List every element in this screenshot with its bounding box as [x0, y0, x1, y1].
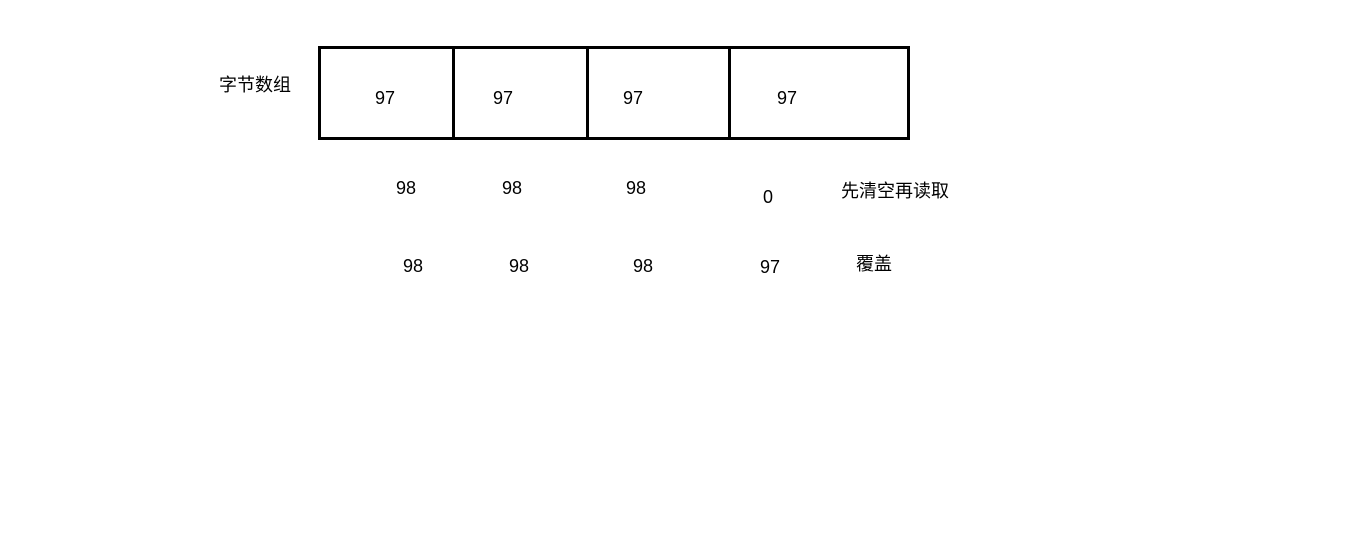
clear-row-value: 0 [763, 187, 774, 207]
clear-row-note: 先清空再读取 [841, 181, 949, 202]
clear-row-value: 98 [626, 178, 647, 198]
overwrite-row-value: 98 [633, 256, 654, 276]
cell-divider [728, 49, 731, 137]
overwrite-row-note: 覆盖 [856, 254, 892, 275]
clear-row-value: 98 [502, 178, 523, 198]
array-cell-value: 97 [375, 88, 396, 108]
cell-divider [452, 49, 455, 137]
overwrite-row-value: 97 [760, 257, 781, 277]
byte-array-box [318, 46, 910, 140]
array-cell-value: 97 [493, 88, 514, 108]
array-cell-value: 97 [777, 88, 798, 108]
clear-row-value: 98 [396, 178, 417, 198]
array-cell-value: 97 [623, 88, 644, 108]
array-label: 字节数组 [219, 75, 291, 96]
overwrite-row-value: 98 [509, 256, 530, 276]
cell-divider [586, 49, 589, 137]
overwrite-row-value: 98 [403, 256, 424, 276]
